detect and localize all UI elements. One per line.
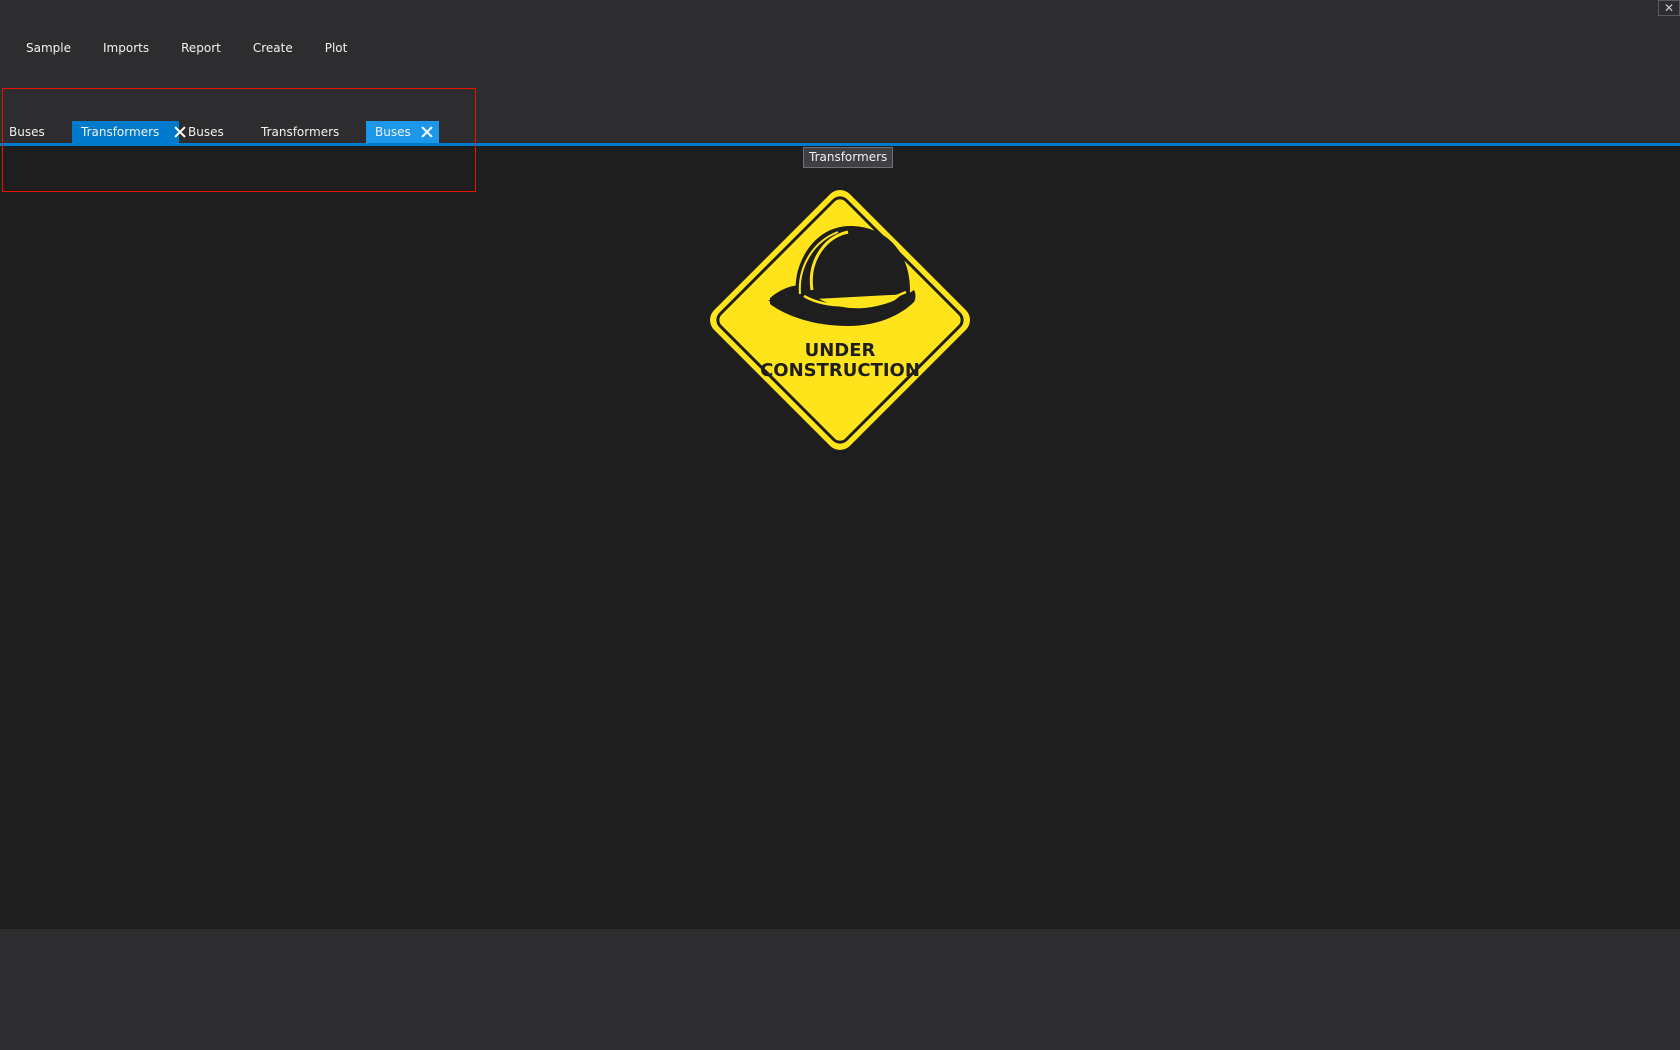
tab-buses-highlighted[interactable]: Buses [366,121,439,143]
under-construction-icon: UNDER CONSTRUCTION [710,190,970,450]
menu-item-sample[interactable]: Sample [10,38,87,58]
header-area: ✕ Sample Imports Report Create Plot Buse… [0,0,1680,143]
app-window: ✕ Sample Imports Report Create Plot Buse… [0,0,1680,1050]
window-close-button[interactable]: ✕ [1658,0,1680,16]
tab-label: Buses [375,125,411,139]
tab-transformers-active[interactable]: Transformers [72,121,179,143]
tab-transformers-2[interactable]: Transformers [252,121,366,143]
menu-item-create[interactable]: Create [237,38,309,58]
tab-label: Transformers [81,125,160,139]
tab-buses-2[interactable]: Buses [179,121,252,143]
main-menu: Sample Imports Report Create Plot [10,38,363,58]
sign-text-construction: CONSTRUCTION [760,360,920,381]
tab-buses-1[interactable]: Buses [0,121,72,143]
tab-tooltip: Transformers [803,147,894,168]
document-tab-strip: Buses Transformers Buses Transformers Bu… [0,121,439,143]
menu-item-plot[interactable]: Plot [309,38,364,58]
close-icon[interactable] [420,125,432,139]
menu-item-report[interactable]: Report [165,38,237,58]
sign-text-under: UNDER [805,340,876,361]
bottom-panel [0,929,1680,1050]
tab-label: Transformers [261,125,340,139]
under-construction-sign: UNDER CONSTRUCTION [688,168,992,472]
tab-label: Buses [9,125,45,139]
menu-item-imports[interactable]: Imports [87,38,165,58]
